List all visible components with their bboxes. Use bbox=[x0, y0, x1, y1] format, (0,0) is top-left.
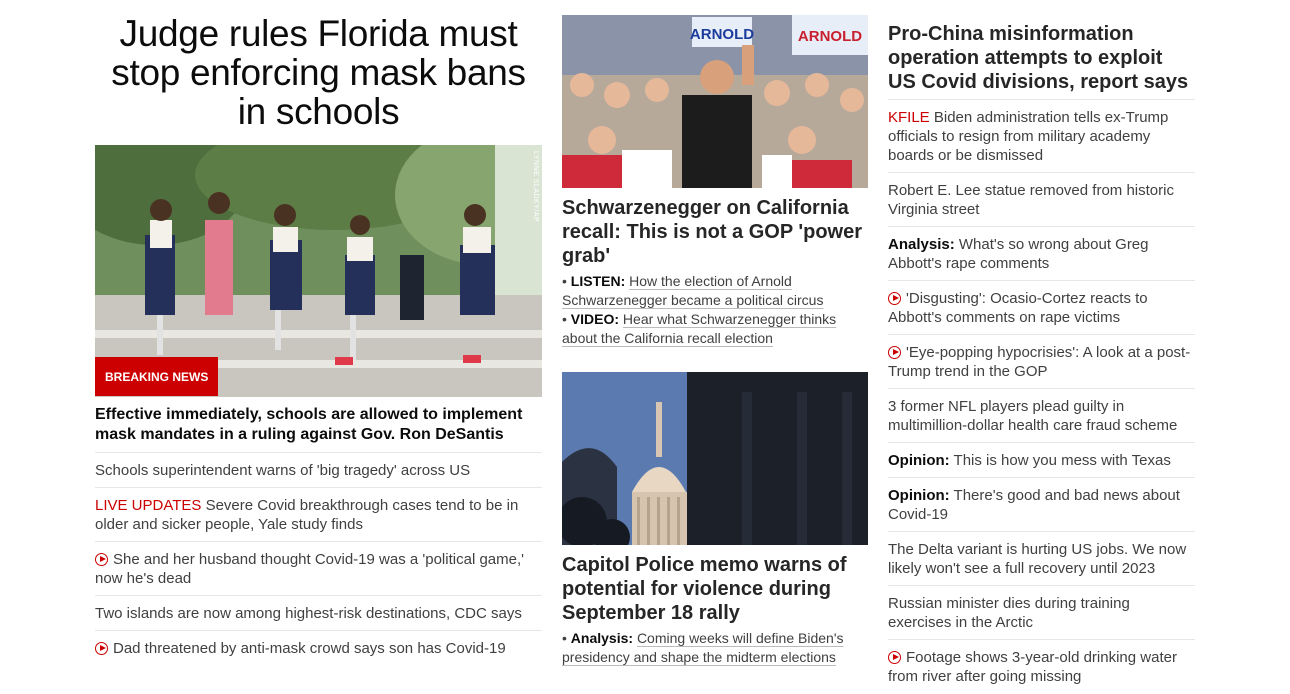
story-text: Robert E. Lee statue removed from histor… bbox=[888, 182, 1174, 218]
svg-text:ARNOLD: ARNOLD bbox=[690, 26, 754, 43]
link-label: Analysis: bbox=[570, 630, 634, 646]
story-text: Dad threatened by anti-mask crowd says s… bbox=[113, 640, 506, 657]
list-item[interactable]: The Delta variant is hurting US jobs. We… bbox=[888, 532, 1195, 586]
image-credit: LYNNE SLADKY/AP bbox=[532, 151, 539, 223]
lead-story-list: Schools superintendent warns of 'big tra… bbox=[95, 453, 542, 665]
list-item[interactable]: Footage shows 3-year-old drinking water … bbox=[888, 640, 1195, 693]
list-item[interactable]: Opinion: This is how you mess with Texas bbox=[888, 443, 1195, 478]
play-video-icon bbox=[888, 346, 901, 359]
play-video-icon bbox=[888, 651, 901, 664]
list-item[interactable]: Opinion: There's good and bad news about… bbox=[888, 478, 1195, 532]
opinion-label: Opinion: bbox=[888, 452, 950, 469]
listen-link[interactable]: • LISTEN: How the election of Arnold Sch… bbox=[562, 272, 868, 310]
svg-text:ARNOLD: ARNOLD bbox=[798, 28, 862, 45]
kfile-label: KFILE bbox=[888, 109, 930, 126]
lead-headline[interactable]: Judge rules Florida must stop enforcing … bbox=[95, 14, 542, 131]
list-item[interactable]: 'Eye-popping hypocrisies': A look at a p… bbox=[888, 335, 1195, 389]
capitol-headline[interactable]: Capitol Police memo warns of potential f… bbox=[562, 553, 868, 625]
list-item[interactable]: Two islands are now among highest-risk d… bbox=[95, 596, 542, 631]
play-video-icon bbox=[95, 553, 108, 566]
story-text: This is how you mess with Texas bbox=[949, 452, 1171, 469]
middle-column: ARNOLD ARNOLD Schwarzenegger on Californ… bbox=[562, 0, 868, 667]
list-item[interactable]: Russian minister dies during training ex… bbox=[888, 586, 1195, 640]
schwarzenegger-image[interactable]: ARNOLD ARNOLD bbox=[562, 15, 868, 188]
link-label: VIDEO: bbox=[570, 311, 620, 327]
story-text: The Delta variant is hurting US jobs. We… bbox=[888, 541, 1187, 577]
story-text: Russian minister dies during training ex… bbox=[888, 595, 1130, 631]
story-text: Schools superintendent warns of 'big tra… bbox=[95, 462, 471, 479]
misinformation-headline[interactable]: Pro-China misinformation operation attem… bbox=[888, 22, 1195, 100]
story-text: She and her husband thought Covid-19 was… bbox=[95, 551, 524, 587]
list-item[interactable]: KFILE Biden administration tells ex-Trum… bbox=[888, 100, 1195, 173]
story-text: 3 former NFL players plead guilty in mul… bbox=[888, 398, 1178, 434]
play-video-icon bbox=[95, 642, 108, 655]
list-item[interactable]: Dad threatened by anti-mask crowd says s… bbox=[95, 631, 542, 665]
lead-summary[interactable]: Effective immediately, schools are allow… bbox=[95, 405, 542, 453]
story-text: Two islands are now among highest-risk d… bbox=[95, 605, 522, 622]
related-links: • Analysis: Coming weeks will define Bid… bbox=[562, 629, 868, 667]
rally-crowd-photo: ARNOLD ARNOLD bbox=[562, 15, 868, 188]
analysis-link[interactable]: • Analysis: Coming weeks will define Bid… bbox=[562, 629, 868, 667]
related-links: • LISTEN: How the election of Arnold Sch… bbox=[562, 272, 868, 348]
play-video-icon bbox=[888, 292, 901, 305]
list-item[interactable]: Schools superintendent warns of 'big tra… bbox=[95, 453, 542, 488]
capitol-dome-photo bbox=[562, 372, 868, 545]
opinion-label: Opinion: bbox=[888, 487, 950, 504]
link-label: LISTEN: bbox=[570, 273, 626, 289]
story-text: 'Disgusting': Ocasio-Cortez reacts to Ab… bbox=[888, 290, 1148, 326]
list-item[interactable]: LIVE UPDATES Severe Covid breakthrough c… bbox=[95, 488, 542, 542]
lead-story-image[interactable]: LYNNE SLADKY/AP BREAKING NEWS bbox=[95, 145, 542, 397]
breaking-news-badge: BREAKING NEWS bbox=[95, 357, 219, 396]
lead-story-column: Judge rules Florida must stop enforcing … bbox=[95, 0, 542, 665]
list-item[interactable]: 'Disgusting': Ocasio-Cortez reacts to Ab… bbox=[888, 281, 1195, 335]
right-column: Pro-China misinformation operation attem… bbox=[888, 0, 1195, 693]
list-item[interactable]: Analysis: What's so wrong about Greg Abb… bbox=[888, 227, 1195, 281]
capitol-image[interactable] bbox=[562, 372, 868, 545]
story-text: Biden administration tells ex-Trump offi… bbox=[888, 109, 1169, 164]
list-item[interactable]: She and her husband thought Covid-19 was… bbox=[95, 542, 542, 596]
analysis-label: Analysis: bbox=[888, 236, 955, 253]
live-updates-label: LIVE UPDATES bbox=[95, 497, 202, 514]
list-item[interactable]: Robert E. Lee statue removed from histor… bbox=[888, 173, 1195, 227]
schwarzenegger-headline[interactable]: Schwarzenegger on California recall: Thi… bbox=[562, 196, 868, 268]
story-text: 'Eye-popping hypocrisies': A look at a p… bbox=[888, 344, 1191, 380]
story-text: Footage shows 3-year-old drinking water … bbox=[888, 649, 1177, 685]
list-item[interactable]: 3 former NFL players plead guilty in mul… bbox=[888, 389, 1195, 443]
right-story-list: KFILE Biden administration tells ex-Trum… bbox=[888, 100, 1195, 693]
video-link[interactable]: • VIDEO: Hear what Schwarzenegger thinks… bbox=[562, 310, 868, 348]
